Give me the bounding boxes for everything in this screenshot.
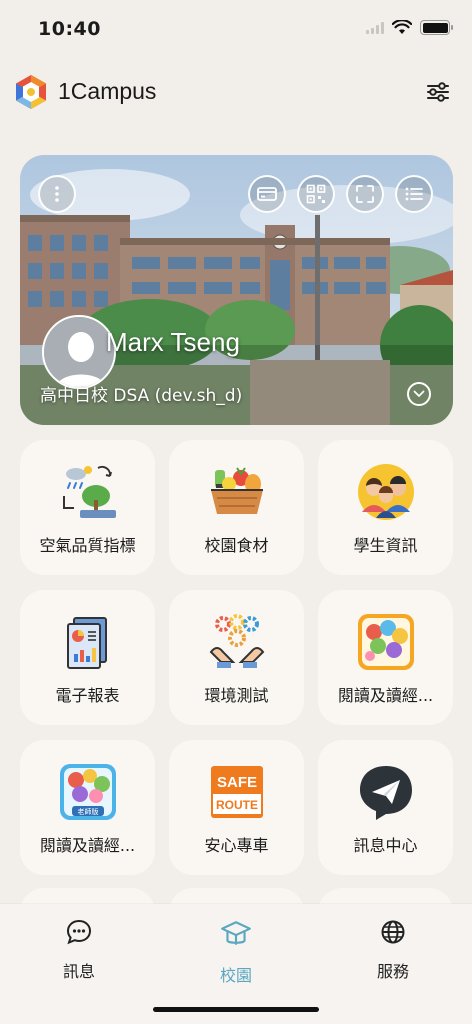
environment-gears-icon bbox=[209, 614, 264, 668]
chevron-down-icon bbox=[413, 390, 425, 397]
app-tile-air-quality[interactable]: 空氣品質指標 bbox=[20, 440, 155, 575]
more-button[interactable] bbox=[38, 175, 76, 213]
sliders-icon[interactable] bbox=[424, 78, 452, 106]
app-tile-reading[interactable]: 閱讀及讀經... bbox=[318, 590, 453, 725]
app-label: 安心專車 bbox=[204, 836, 269, 855]
teacher-edition-label: 老師版 bbox=[77, 807, 98, 816]
scan-icon bbox=[356, 185, 374, 203]
nav-label: 校園 bbox=[219, 966, 252, 985]
switch-school-button[interactable] bbox=[407, 382, 431, 406]
avatar[interactable] bbox=[42, 315, 116, 389]
profile-card[interactable]: Marx Tseng 高中日校 DSA (dev.sh_d) bbox=[20, 155, 453, 425]
status-bar: 10:40 bbox=[0, 0, 472, 60]
home-indicator bbox=[153, 1007, 319, 1012]
reading-teacher-app-icon: 老師版 bbox=[59, 764, 116, 820]
air-quality-icon bbox=[62, 465, 116, 518]
nav-label: 訊息 bbox=[62, 962, 95, 981]
list-button[interactable] bbox=[395, 175, 433, 213]
students-icon bbox=[357, 464, 414, 520]
app-tile-student-info[interactable]: 學生資訊 bbox=[318, 440, 453, 575]
signal-icon bbox=[366, 21, 384, 34]
scan-button[interactable] bbox=[346, 175, 384, 213]
nav-services[interactable]: 服務 bbox=[338, 918, 448, 982]
nav-campus[interactable]: 校園 bbox=[181, 918, 291, 986]
app-label: 電子報表 bbox=[55, 686, 120, 705]
app-label: 空氣品質指標 bbox=[39, 536, 136, 555]
chat-icon bbox=[66, 919, 92, 945]
message-center-icon bbox=[359, 766, 412, 820]
app-tile-message-center[interactable]: 訊息中心 bbox=[318, 740, 453, 875]
app-title: 1Campus bbox=[58, 78, 157, 104]
app-label: 閱讀及讀經... bbox=[39, 836, 136, 855]
route-text: ROUTE bbox=[216, 798, 258, 812]
card-button[interactable] bbox=[248, 175, 286, 213]
app-tile-environment-test[interactable]: 環境測試 bbox=[169, 590, 304, 725]
report-icon bbox=[66, 617, 107, 669]
safe-text: SAFE bbox=[216, 774, 256, 791]
qr-code-button[interactable] bbox=[297, 175, 335, 213]
status-time: 10:40 bbox=[38, 18, 101, 40]
more-icon bbox=[55, 186, 59, 202]
app-label: 環境測試 bbox=[204, 686, 269, 705]
user-name: Marx Tseng bbox=[106, 327, 240, 357]
nav-label: 服務 bbox=[376, 962, 409, 981]
campus-cap-icon bbox=[221, 921, 251, 945]
app-label: 學生資訊 bbox=[353, 536, 418, 555]
wifi-icon bbox=[392, 20, 412, 34]
status-icons bbox=[366, 20, 453, 35]
app-tile-reading-teacher[interactable]: 老師版 閱讀及讀經... bbox=[20, 740, 155, 875]
food-basket-icon bbox=[210, 467, 263, 514]
app-tile-e-report[interactable]: 電子報表 bbox=[20, 590, 155, 725]
battery-icon bbox=[420, 20, 453, 35]
list-icon bbox=[405, 187, 423, 201]
safe-route-icon: SAFE ROUTE bbox=[210, 766, 263, 818]
app-tile-safe-route[interactable]: SAFE ROUTE 安心專車 bbox=[169, 740, 304, 875]
reading-app-icon bbox=[357, 614, 414, 670]
app-label: 校園食材 bbox=[204, 536, 269, 555]
app-label: 閱讀及讀經... bbox=[337, 686, 434, 705]
card-icon bbox=[257, 187, 277, 201]
app-tile-campus-food[interactable]: 校園食材 bbox=[169, 440, 304, 575]
app-label: 訊息中心 bbox=[353, 836, 418, 855]
app-header: 1Campus bbox=[0, 68, 472, 116]
globe-icon bbox=[381, 920, 405, 944]
1campus-logo-icon bbox=[16, 75, 46, 109]
school-label: 高中日校 DSA (dev.sh_d) bbox=[40, 386, 243, 406]
nav-messages[interactable]: 訊息 bbox=[24, 918, 134, 982]
qr-code-icon bbox=[306, 184, 326, 204]
bottom-nav: 訊息 校園 服務 bbox=[0, 904, 472, 1024]
